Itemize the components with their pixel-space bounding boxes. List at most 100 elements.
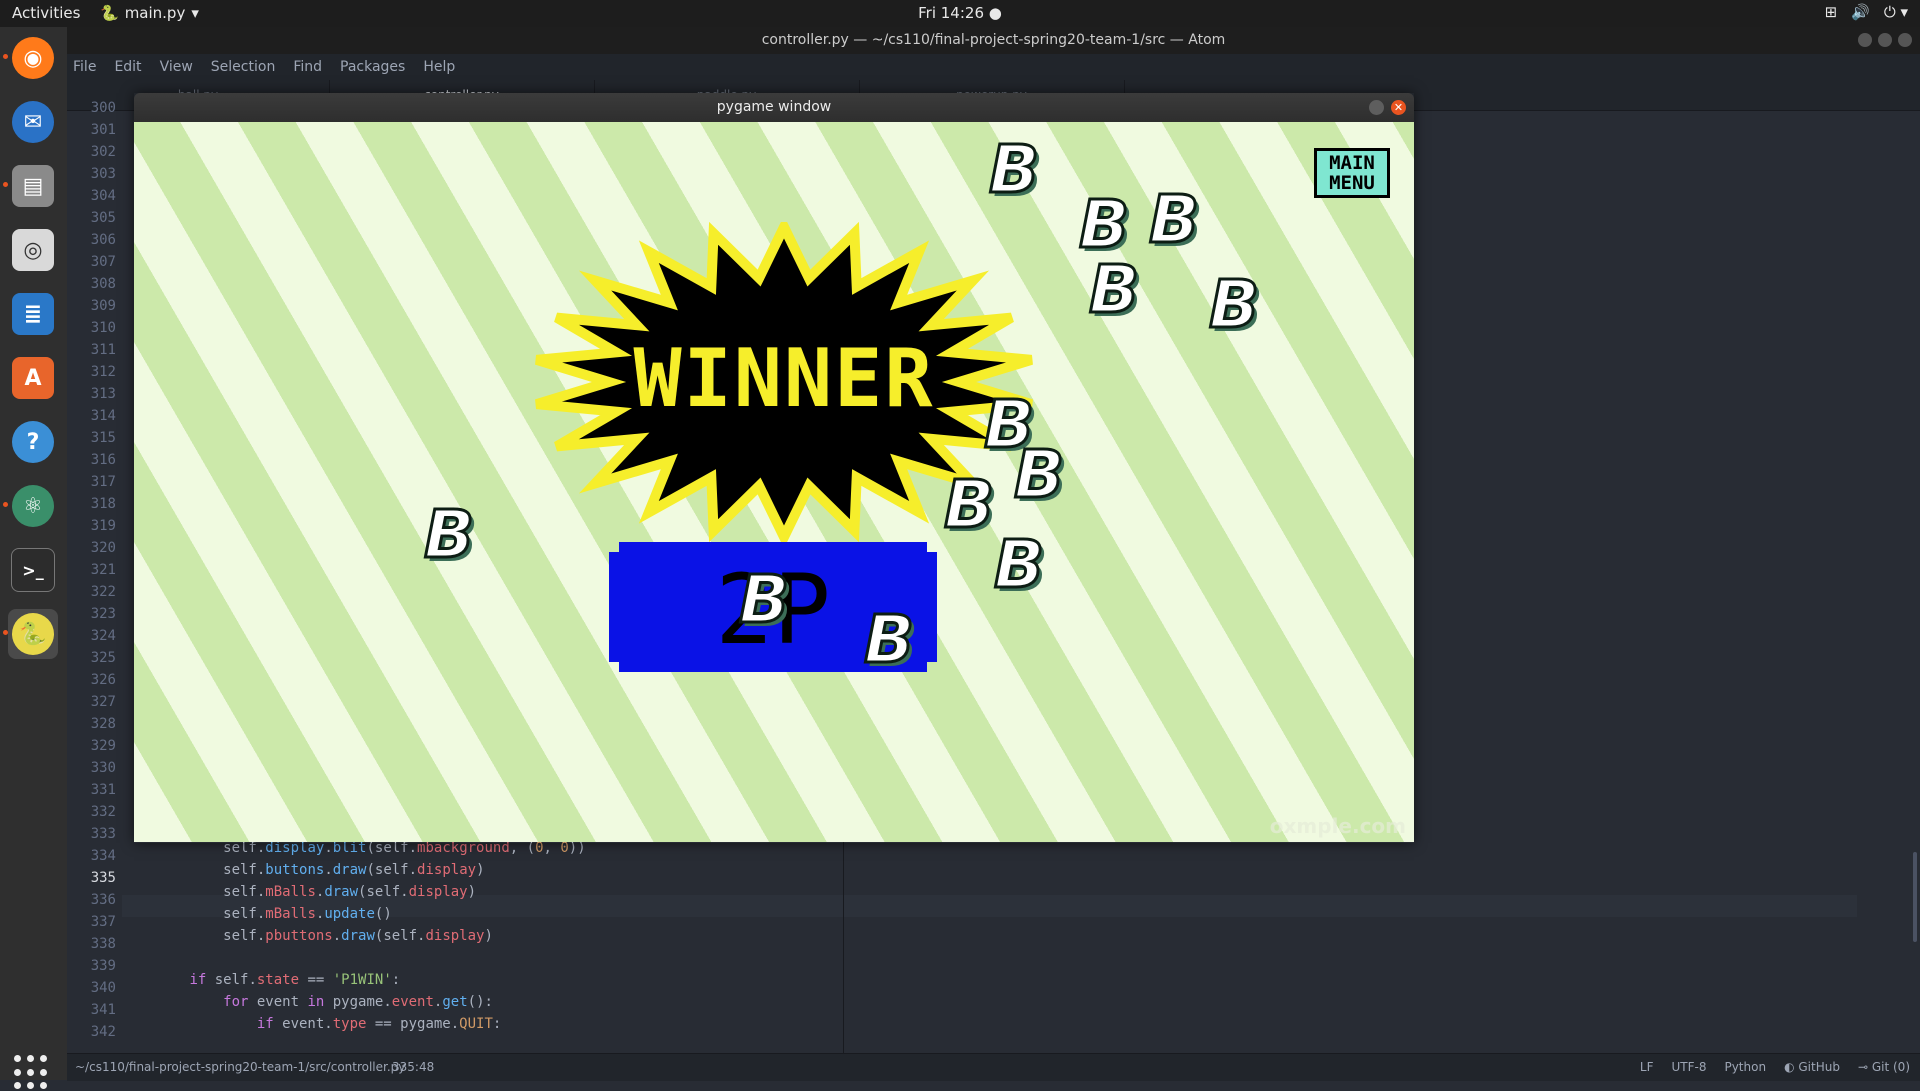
atom-icon: ⚛ (12, 485, 54, 527)
status-encoding[interactable]: UTF-8 (1671, 1054, 1706, 1081)
line-number: 331 (90, 782, 116, 798)
dock-writer[interactable]: ≣ (8, 289, 58, 339)
line-number: 336 (90, 892, 116, 908)
main-menu-button[interactable]: MAIN MENU (1314, 148, 1390, 198)
dock-atom[interactable]: ⚛ (3, 481, 58, 531)
line-number: 311 (90, 342, 116, 358)
ball-sprite: B (422, 496, 475, 573)
status-git[interactable]: ⊸ Git (0) (1858, 1054, 1910, 1081)
close-icon[interactable] (1898, 33, 1912, 47)
line-number: 329 (90, 738, 116, 754)
dock-terminal[interactable]: >_ (8, 545, 58, 595)
line-number: 303 (90, 166, 116, 182)
line-number: 325 (90, 650, 116, 666)
line-number: 313 (90, 386, 116, 402)
code-line-341[interactable]: for event in pygame.event.get(): (122, 991, 493, 1013)
line-number: 301 (90, 122, 116, 138)
software-icon: A (12, 357, 54, 399)
line-number: 314 (90, 408, 116, 424)
line-number: 328 (90, 716, 116, 732)
dock-help[interactable]: ? (8, 417, 58, 467)
line-number: 316 (90, 452, 116, 468)
files-icon: ▤ (12, 165, 54, 207)
line-number: 306 (90, 232, 116, 248)
dock-thunderbird[interactable]: ✉ (8, 97, 58, 147)
ball-sprite: B (1207, 266, 1260, 343)
app-menu[interactable]: 🐍 main.py ▾ (100, 4, 199, 22)
line-number: 307 (90, 254, 116, 270)
minimize-icon[interactable] (1858, 33, 1872, 47)
winner-text: WINNER (633, 332, 935, 425)
menu-bar: File Edit View Selection Find Packages H… (67, 54, 1920, 80)
line-number: 309 (90, 298, 116, 314)
line-number: 338 (90, 936, 116, 952)
window-controls[interactable] (1858, 33, 1912, 47)
line-number: 342 (90, 1024, 116, 1040)
activities-button[interactable]: Activities (12, 4, 80, 22)
git-branch-icon: ⊸ (1857, 1060, 1872, 1074)
dock-firefox[interactable]: ◉ (3, 33, 58, 83)
ball-sprite: B (987, 131, 1040, 208)
status-line-ending[interactable]: LF (1640, 1054, 1654, 1081)
menu-edit[interactable]: Edit (114, 54, 141, 80)
ball-sprite: B (1147, 181, 1200, 258)
app-menu-label: main.py (124, 4, 186, 22)
status-file-path[interactable]: ~/cs110/final-project-spring20-team-1/sr… (75, 1054, 405, 1081)
line-number: 308 (90, 276, 116, 292)
system-tray[interactable]: ⊞ 🔊 ⏻ ▾ (1825, 3, 1908, 21)
menu-packages[interactable]: Packages (340, 54, 405, 80)
dock-software[interactable]: A (8, 353, 58, 403)
dock-pygame[interactable]: 🐍 (3, 609, 58, 659)
line-number: 322 (90, 584, 116, 600)
line-number: 315 (90, 430, 116, 446)
network-icon[interactable]: ⊞ (1825, 3, 1838, 21)
line-number: 340 (90, 980, 116, 996)
menu-file[interactable]: File (73, 54, 96, 80)
line-number: 320 (90, 540, 116, 556)
power-icon[interactable]: ⏻ ▾ (1884, 3, 1908, 21)
line-number: 335 (90, 870, 116, 886)
show-applications-icon[interactable] (14, 1055, 50, 1091)
line-number: 323 (90, 606, 116, 622)
ball-sprite: B (992, 526, 1045, 603)
code-line-338[interactable]: self.pbuttons.draw(self.display) (122, 925, 493, 947)
vertical-scrollbar[interactable] (1913, 852, 1917, 942)
line-number: 334 (90, 848, 116, 864)
line-number: 337 (90, 914, 116, 930)
status-bar: ~/cs110/final-project-spring20-team-1/sr… (67, 1053, 1920, 1081)
menu-find[interactable]: Find (293, 54, 322, 80)
status-github[interactable]: ◐ GitHub (1784, 1054, 1840, 1081)
code-line-340[interactable]: if self.state == 'P1WIN': (122, 969, 400, 991)
code-line-336[interactable]: self.mBalls.draw(self.display) (122, 881, 476, 903)
pygame-title: pygame window (134, 93, 1414, 122)
dock-files[interactable]: ▤ (3, 161, 58, 211)
dock-rhythmbox[interactable]: ◎ (8, 225, 58, 275)
line-number: 324 (90, 628, 116, 644)
help-icon: ? (12, 421, 54, 463)
menu-view[interactable]: View (160, 54, 193, 80)
rhythmbox-icon: ◎ (12, 229, 54, 271)
game-canvas[interactable]: WINNER 2P MAIN MENU BBBBBBBBBBBB oxmple.… (134, 122, 1414, 842)
status-grammar[interactable]: Python (1724, 1054, 1766, 1081)
maximize-icon[interactable] (1878, 33, 1892, 47)
volume-icon[interactable]: 🔊 (1851, 3, 1870, 21)
code-line-335[interactable]: self.buttons.draw(self.display) (122, 859, 484, 881)
atom-title: controller.py — ~/cs110/final-project-sp… (67, 27, 1920, 54)
status-github-label: GitHub (1798, 1060, 1840, 1074)
pygame-window: pygame window ✕ WINNER 2P MAIN MENU BBBB… (134, 93, 1414, 843)
terminal-icon: >_ (11, 548, 55, 592)
menu-selection[interactable]: Selection (211, 54, 276, 80)
line-number: 327 (90, 694, 116, 710)
line-number: 332 (90, 804, 116, 820)
code-line-342[interactable]: if event.type == pygame.QUIT: (122, 1013, 501, 1035)
minimize-icon[interactable] (1369, 100, 1384, 115)
close-icon[interactable]: ✕ (1391, 100, 1406, 115)
writer-icon: ≣ (12, 293, 54, 335)
watermark: oxmple.com (1269, 814, 1406, 838)
clock[interactable]: Fri 14:26 (918, 4, 984, 22)
code-line-337[interactable]: self.mBalls.update() (122, 903, 392, 925)
status-git-label: Git (0) (1871, 1060, 1910, 1074)
menu-help[interactable]: Help (423, 54, 455, 80)
status-cursor-position[interactable]: 335:48 (392, 1054, 434, 1081)
line-number: 330 (90, 760, 116, 776)
